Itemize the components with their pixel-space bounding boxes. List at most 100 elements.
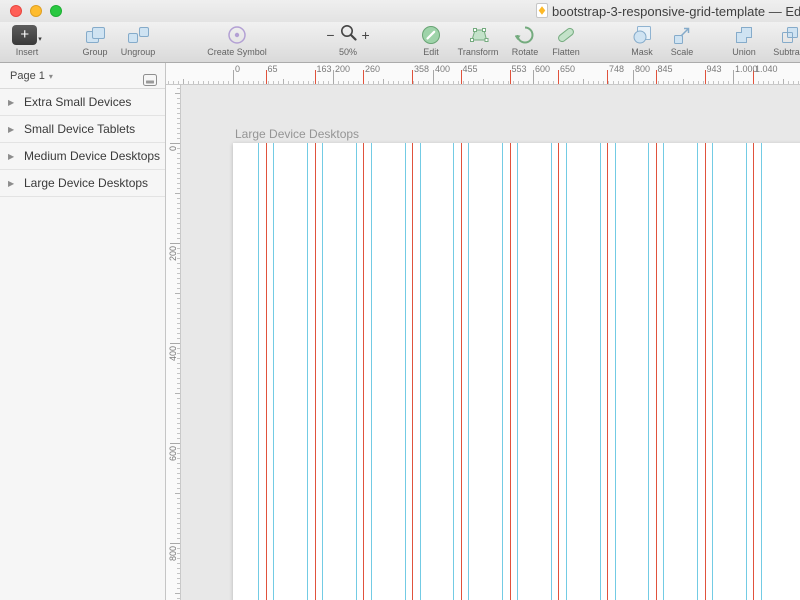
ruler-tick — [273, 81, 274, 84]
ruler-tick — [177, 288, 180, 289]
create-symbol-button[interactable]: Create Symbol — [197, 25, 277, 57]
grid-gutter-guide — [502, 143, 503, 600]
artboard-label[interactable]: Large Device Desktops — [235, 127, 359, 141]
grid-gutter-guide — [712, 143, 713, 600]
ruler-tick — [177, 168, 180, 169]
ruler-label: 845 — [658, 64, 673, 74]
ruler-tick — [177, 338, 180, 339]
ruler-tick — [177, 283, 180, 284]
h-ruler[interactable]: 0651632002603584004555536006507488008459… — [166, 63, 800, 85]
ruler-label-tick — [633, 70, 634, 84]
ruler-tick — [708, 81, 709, 84]
layer-label: Medium Device Desktops — [24, 149, 160, 163]
ruler-tick — [175, 193, 180, 194]
disclosure-triangle-icon[interactable]: ▶ — [8, 89, 14, 116]
grid-gutter-guide — [468, 143, 469, 600]
layer-label: Small Device Tablets — [24, 122, 135, 136]
ruler-label: 800 — [635, 64, 650, 74]
ruler-label: 943 — [707, 64, 722, 74]
v-ruler[interactable]: 0200400600800 — [166, 85, 181, 600]
insert-button[interactable]: +▾ Insert — [8, 25, 46, 57]
zoom-in-button[interactable]: + — [362, 26, 370, 44]
sidebar-item-extra-small-devices[interactable]: ▶ Extra Small Devices — [0, 89, 165, 116]
ruler-tick — [175, 293, 180, 294]
fullscreen-button[interactable] — [50, 5, 62, 17]
ruler-tick — [177, 378, 180, 379]
disclosure-triangle-icon[interactable]: ▶ — [8, 170, 14, 197]
ruler-tick — [177, 218, 180, 219]
minimize-button[interactable] — [30, 5, 42, 17]
zoom-out-button[interactable]: − — [326, 26, 334, 44]
subtract-button[interactable]: Subtract — [750, 25, 800, 57]
ruler-guide-mark — [412, 70, 413, 84]
ruler-tick — [168, 81, 169, 84]
sidebar-item-large-device-desktops[interactable]: ▶ Large Device Desktops — [0, 170, 165, 197]
close-button[interactable] — [10, 5, 22, 17]
ruler-tick — [323, 81, 324, 84]
ungroup-button[interactable]: Ungroup — [98, 25, 178, 57]
ruler-tick — [177, 398, 180, 399]
ruler-tick — [177, 128, 180, 129]
grid-gutter-guide — [405, 143, 406, 600]
ruler-tick — [618, 81, 619, 84]
grid-column-guide — [363, 143, 364, 600]
ruler-tick — [173, 81, 174, 84]
ruler-tick — [593, 81, 594, 84]
ruler-tick — [177, 198, 180, 199]
ruler-tick — [177, 483, 180, 484]
flatten-button[interactable]: Flatten — [526, 25, 606, 57]
insert-plus-icon: + — [12, 25, 37, 45]
canvas-area[interactable]: Large Device Desktops — [181, 85, 800, 600]
create-symbol-icon — [227, 25, 247, 45]
ruler-tick — [177, 583, 180, 584]
ruler-tick — [198, 81, 199, 84]
ruler-tick — [458, 81, 459, 84]
ruler-tick — [768, 81, 769, 84]
ruler-tick — [303, 81, 304, 84]
ruler-tick — [788, 81, 789, 84]
ruler-label-tick — [533, 70, 534, 84]
ruler-tick — [403, 81, 404, 84]
ruler-tick — [175, 393, 180, 394]
sidebar-item-small-device-tablets[interactable]: ▶ Small Device Tablets — [0, 116, 165, 143]
page-selector[interactable]: Page 1▾ — [0, 63, 165, 89]
ruler-tick — [498, 81, 499, 84]
ruler-tick — [177, 528, 180, 529]
ruler-guide-mark — [607, 70, 608, 84]
ruler-label: 400 — [168, 346, 178, 361]
ruler-tick — [177, 518, 180, 519]
sidebar-item-medium-device-desktops[interactable]: ▶ Medium Device Desktops — [0, 143, 165, 170]
ruler-tick — [698, 81, 699, 84]
grid-gutter-guide — [551, 143, 552, 600]
scale-icon — [672, 25, 692, 45]
ruler-tick — [177, 403, 180, 404]
ruler-tick — [177, 188, 180, 189]
ruler-tick — [778, 81, 779, 84]
ruler-tick — [488, 81, 489, 84]
ruler-tick — [177, 598, 180, 599]
ruler-guide-mark — [558, 70, 559, 84]
ruler-tick — [623, 81, 624, 84]
ruler-tick — [653, 81, 654, 84]
ruler-tick — [428, 81, 429, 84]
disclosure-triangle-icon[interactable]: ▶ — [8, 116, 14, 143]
ruler-tick — [568, 81, 569, 84]
ruler-tick — [328, 81, 329, 84]
ruler-tick — [177, 563, 180, 564]
grid-gutter-guide — [615, 143, 616, 600]
ruler-tick — [177, 488, 180, 489]
ruler-tick — [713, 81, 714, 84]
grid-gutter-guide — [566, 143, 567, 600]
ruler-tick — [578, 81, 579, 84]
ruler-tick — [638, 81, 639, 84]
ruler-tick — [378, 81, 379, 84]
ruler-tick — [423, 81, 424, 84]
ruler-tick — [673, 81, 674, 84]
disclosure-triangle-icon[interactable]: ▶ — [8, 143, 14, 170]
ruler-tick — [177, 363, 180, 364]
ruler-label-tick — [233, 70, 234, 84]
ruler-label: 748 — [609, 64, 624, 74]
ruler-tick — [177, 163, 180, 164]
ruler-tick — [573, 81, 574, 84]
ruler-label-tick — [170, 443, 180, 444]
